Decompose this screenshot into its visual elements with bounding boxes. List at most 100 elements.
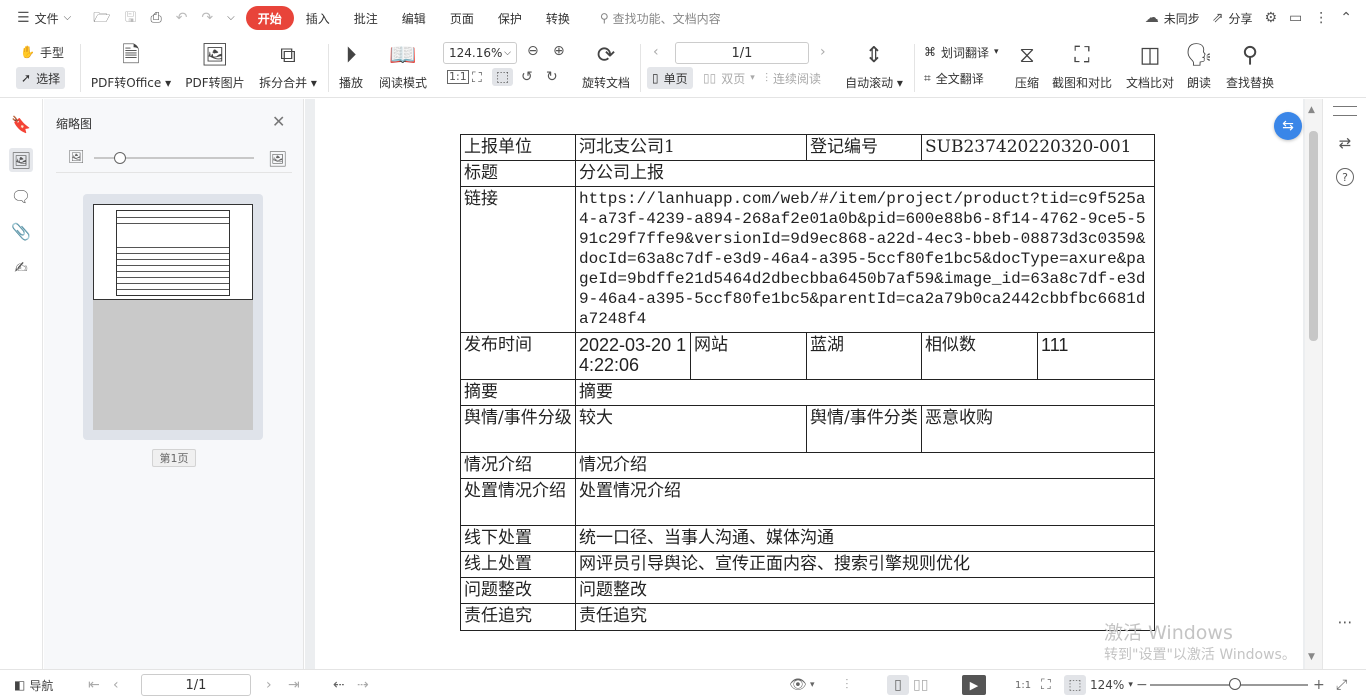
print-icon[interactable]: ⎙ [143,6,168,30]
forward-icon[interactable]: ⇢ [357,675,369,695]
more-chevron-icon[interactable]: ⌵ [220,6,242,30]
floating-convert-button[interactable]: ⇆ [1274,112,1302,140]
next-page-icon[interactable]: › [820,44,826,60]
last-page-icon[interactable]: ⇥ [288,675,300,695]
double-page-button[interactable]: ▯▯ 双页 ▾ [703,67,755,89]
table-label-cell: 标题 [460,160,576,187]
zoom-in-icon[interactable]: + [1313,675,1325,695]
compress-button[interactable]: ⧖ 压缩 [1012,42,1042,91]
rotate-right-icon[interactable]: ↻ [546,69,558,85]
more-icon[interactable]: ⋯ [1334,611,1356,633]
back-icon[interactable]: ⇠ [333,675,345,695]
select-label: 选择 [36,71,61,86]
split-merge-button[interactable]: ⧉ 拆分合并 ▾ [258,42,318,91]
screenshot-compare-button[interactable]: ⛶ 截图和对比 [1050,42,1114,91]
read-mode-button[interactable]: 📖 阅读模式 [378,42,428,91]
collapse-ribbon-icon[interactable]: ⌃ [1334,6,1358,30]
tab-convert[interactable]: 转换 [534,6,582,30]
word-translate-button[interactable]: ⌘ 划词翻译 ▾ [924,41,999,63]
play-button[interactable]: ⏵ 播放 [336,42,366,91]
fullscreen-icon[interactable]: ⤢ [1336,675,1347,695]
read-aloud-button[interactable]: 🗣 朗读 [1184,42,1214,91]
zoom-select[interactable]: 124.16% ⌵ [443,42,517,64]
slider-knob[interactable] [114,152,126,164]
single-page-mode-icon[interactable]: ▯ [887,675,909,695]
find-replace-button[interactable]: ⚲ 查找替换 [1224,42,1276,91]
play-icon[interactable]: ▶ [962,675,986,695]
select-tool-button[interactable]: ➚ 选择 [16,67,66,89]
fit-width-icon[interactable]: ⬚ [1064,675,1086,695]
actual-size-icon[interactable]: 1:1 [447,70,469,84]
settings-icon[interactable]: ⚙ [1258,6,1283,30]
redo-icon[interactable]: ↷ [194,6,220,30]
vertical-scrollbar[interactable]: ▲ ▼ [1305,99,1322,669]
signature-icon[interactable]: ✍ [9,255,33,279]
zoom-slider-knob[interactable] [1229,678,1241,690]
close-icon[interactable]: ✕ [272,112,285,131]
search-box[interactable]: ⚲ 查找功能、文档内容 [600,10,721,27]
small-image-icon: 🖼 [68,150,85,165]
file-menu[interactable]: ☰ 文件 ⌵ [10,6,78,30]
fit-width-icon[interactable]: ⬚ [492,68,514,86]
tab-start[interactable]: 开始 [245,6,294,30]
scroll-down-icon[interactable]: ▼ [1308,652,1315,662]
chevron-down-icon: ⌵ [504,48,511,58]
pdf-to-image-button[interactable]: 🖼 PDF转图片 [184,42,246,91]
next-page-icon[interactable]: › [266,675,272,695]
tab-insert[interactable]: 插入 [294,6,342,30]
page-number-input[interactable]: 1/1 [675,42,809,64]
continuous-read-button[interactable]: ⫶ 连续阅读 [765,67,821,89]
status-page-input[interactable]: 1/1 [141,674,251,696]
translate-panel-icon[interactable]: ⇄ [1334,132,1356,154]
tab-page[interactable]: 页面 [438,6,486,30]
zoom-dropdown[interactable]: 124% ▾ [1090,675,1133,695]
document-canvas[interactable]: 上报单位 河北支公司1 登记编号 SUB237420220320-001 标题 分公司上报… [305,99,1305,669]
thumbnail-size-slider[interactable]: 🖼 🖼 [68,150,288,168]
tab-annotate[interactable]: 批注 [342,6,390,30]
help-icon[interactable]: ? [1336,168,1354,186]
undo-icon[interactable]: ↶ [169,6,195,30]
table-cell: 问题整改 [574,577,1156,604]
pdf-to-office-button[interactable]: 🗎 PDF转Office ▾ [91,42,171,91]
scroll-up-icon[interactable]: ▲ [1308,105,1315,115]
scrollbar-thumb[interactable] [1309,131,1318,341]
panel-menu-icon[interactable] [1333,106,1357,116]
share-button[interactable]: ⇗ 分享 [1206,6,1259,30]
open-folder-icon[interactable]: 🗁 [86,6,117,30]
auto-scroll-button[interactable]: ⇕ 自动滚动 ▾ [845,42,903,91]
full-translate-button[interactable]: ⌗ 全文翻译 [924,67,984,89]
double-page-mode-icon[interactable]: ▯▯ [913,675,928,695]
compare-icon: ◫ [1139,43,1161,68]
rotate-document-button[interactable]: ⟳ 旋转文档 [578,42,634,91]
save-icon[interactable]: 🖫 [118,6,144,30]
thumbnail-icon[interactable]: 🖼 [9,148,33,172]
comment-icon[interactable]: ▭ [1283,6,1308,30]
sync-status[interactable]: ☁ 未同步 [1139,6,1206,30]
first-page-icon[interactable]: ⇤ [88,675,100,695]
more-options-icon[interactable]: ⋮ [1308,6,1334,30]
fit-page-icon[interactable]: ⛶ [1041,675,1051,695]
zoom-out-icon[interactable]: − [1136,675,1148,695]
navigation-toggle[interactable]: ◧ 导航 [14,675,53,695]
zoom-in-icon[interactable]: ⊕ [553,43,565,59]
single-page-button[interactable]: ▯ 单页 [647,67,693,89]
doc-compare-button[interactable]: ◫ 文档比对 [1124,42,1176,91]
hand-tool-button[interactable]: ✋ 手型 [20,41,64,63]
bookmark-icon[interactable]: 🔖 [9,112,33,136]
zoom-out-icon[interactable]: ⊖ [527,43,539,59]
tab-protect[interactable]: 保护 [486,6,534,30]
actual-size-icon[interactable]: 1:1 [1015,675,1031,695]
eye-protection-icon[interactable]: 👁 [789,675,807,695]
attachment-icon[interactable]: 📎 [9,219,33,243]
page-thumbnail[interactable] [83,194,263,440]
word-translate-label: 划词翻译 [941,45,990,60]
comment-icon[interactable]: 🗨 [9,184,33,208]
tab-edit[interactable]: 编辑 [390,6,438,30]
prev-page-icon[interactable]: ‹ [653,44,659,60]
rotate-left-icon[interactable]: ↺ [521,69,533,85]
fit-page-icon[interactable]: ⛶ [472,70,482,86]
chevron-down-icon[interactable]: ▾ [810,675,815,695]
continuous-mode-icon[interactable]: ⫶ [845,675,849,695]
file-menu-label: 文件 [34,11,59,26]
prev-page-icon[interactable]: ‹ [113,675,119,695]
